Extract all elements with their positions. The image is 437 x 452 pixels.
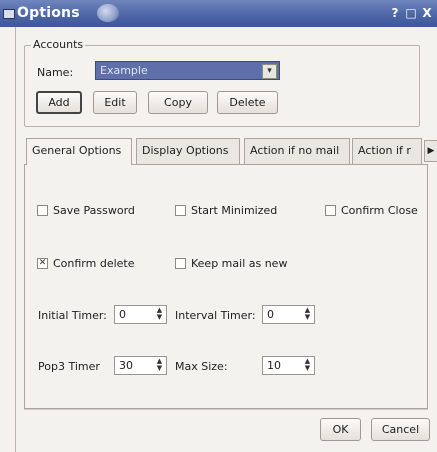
- checkbox-box-icon[interactable]: [37, 205, 48, 216]
- delete-button[interactable]: Delete: [217, 91, 278, 114]
- copy-button[interactable]: Copy: [148, 91, 208, 114]
- tab-action-if-r[interactable]: Action if r: [352, 138, 422, 164]
- account-name-value: Example: [100, 64, 148, 77]
- checkbox-box-icon[interactable]: [175, 258, 186, 269]
- confirm-delete-label: Confirm delete: [53, 257, 135, 270]
- add-button[interactable]: Add: [36, 91, 82, 114]
- save-password-label: Save Password: [53, 204, 135, 217]
- initial-timer-value: 0: [119, 308, 126, 321]
- initial-timer-label: Initial Timer:: [38, 309, 107, 322]
- tab-action-if-no-mail[interactable]: Action if no mail: [244, 138, 350, 164]
- max-size-label: Max Size:: [175, 360, 228, 373]
- accounts-legend: Accounts: [31, 38, 86, 51]
- start-minimized-label: Start Minimized: [191, 204, 278, 217]
- pop3-timer-label: Pop3 Timer: [38, 360, 100, 373]
- tab-display-options[interactable]: Display Options: [136, 138, 240, 164]
- edit-button[interactable]: Edit: [93, 91, 137, 114]
- help-button[interactable]: ?: [389, 6, 401, 20]
- title-bar[interactable]: Options ? □ X: [0, 0, 437, 27]
- start-minimized-checkbox[interactable]: Start Minimized: [175, 204, 277, 217]
- spinner-arrows-icon[interactable]: ▲ ▼: [155, 358, 164, 373]
- window-menu-icon[interactable]: [3, 9, 15, 19]
- pop3-timer-spinner[interactable]: 30 ▲ ▼: [114, 356, 167, 375]
- interval-timer-spinner[interactable]: 0 ▲ ▼: [262, 305, 315, 324]
- maximize-button[interactable]: □: [405, 6, 417, 20]
- checkbox-box-icon[interactable]: [175, 205, 186, 216]
- initial-timer-spinner[interactable]: 0 ▲ ▼: [114, 305, 167, 324]
- ok-button[interactable]: OK: [320, 418, 361, 441]
- interval-timer-label: Interval Timer:: [175, 309, 256, 322]
- checkbox-checked-icon[interactable]: ✕: [37, 258, 48, 269]
- pop3-timer-value: 30: [119, 359, 133, 372]
- keep-mail-as-new-checkbox[interactable]: Keep mail as new: [175, 257, 287, 270]
- close-button[interactable]: X: [421, 6, 433, 20]
- window-title: Options: [17, 5, 80, 21]
- cancel-button[interactable]: Cancel: [371, 418, 430, 441]
- accounts-group: [24, 45, 420, 127]
- confirm-delete-checkbox[interactable]: ✕ Confirm delete: [37, 257, 135, 270]
- max-size-value: 10: [267, 359, 281, 372]
- name-label: Name:: [37, 66, 74, 79]
- tab-scroll-right-icon[interactable]: ▶: [424, 140, 437, 162]
- keep-mail-as-new-label: Keep mail as new: [191, 257, 288, 270]
- spinner-arrows-icon[interactable]: ▲ ▼: [303, 307, 312, 322]
- confirm-close-checkbox[interactable]: Confirm Close: [325, 204, 418, 217]
- confirm-close-label: Confirm Close: [341, 204, 418, 217]
- divider: [24, 409, 428, 410]
- dropdown-arrow-icon[interactable]: ▾: [262, 64, 277, 79]
- tab-general-options[interactable]: General Options: [26, 138, 132, 165]
- checkbox-box-icon[interactable]: [325, 205, 336, 216]
- interval-timer-value: 0: [267, 308, 274, 321]
- window-edge: [15, 27, 16, 452]
- max-size-spinner[interactable]: 10 ▲ ▼: [262, 356, 315, 375]
- spinner-arrows-icon[interactable]: ▲ ▼: [155, 307, 164, 322]
- app-logo-icon: [97, 4, 119, 22]
- save-password-checkbox[interactable]: Save Password: [37, 204, 135, 217]
- spinner-arrows-icon[interactable]: ▲ ▼: [303, 358, 312, 373]
- account-name-combo[interactable]: Example ▾: [95, 61, 280, 80]
